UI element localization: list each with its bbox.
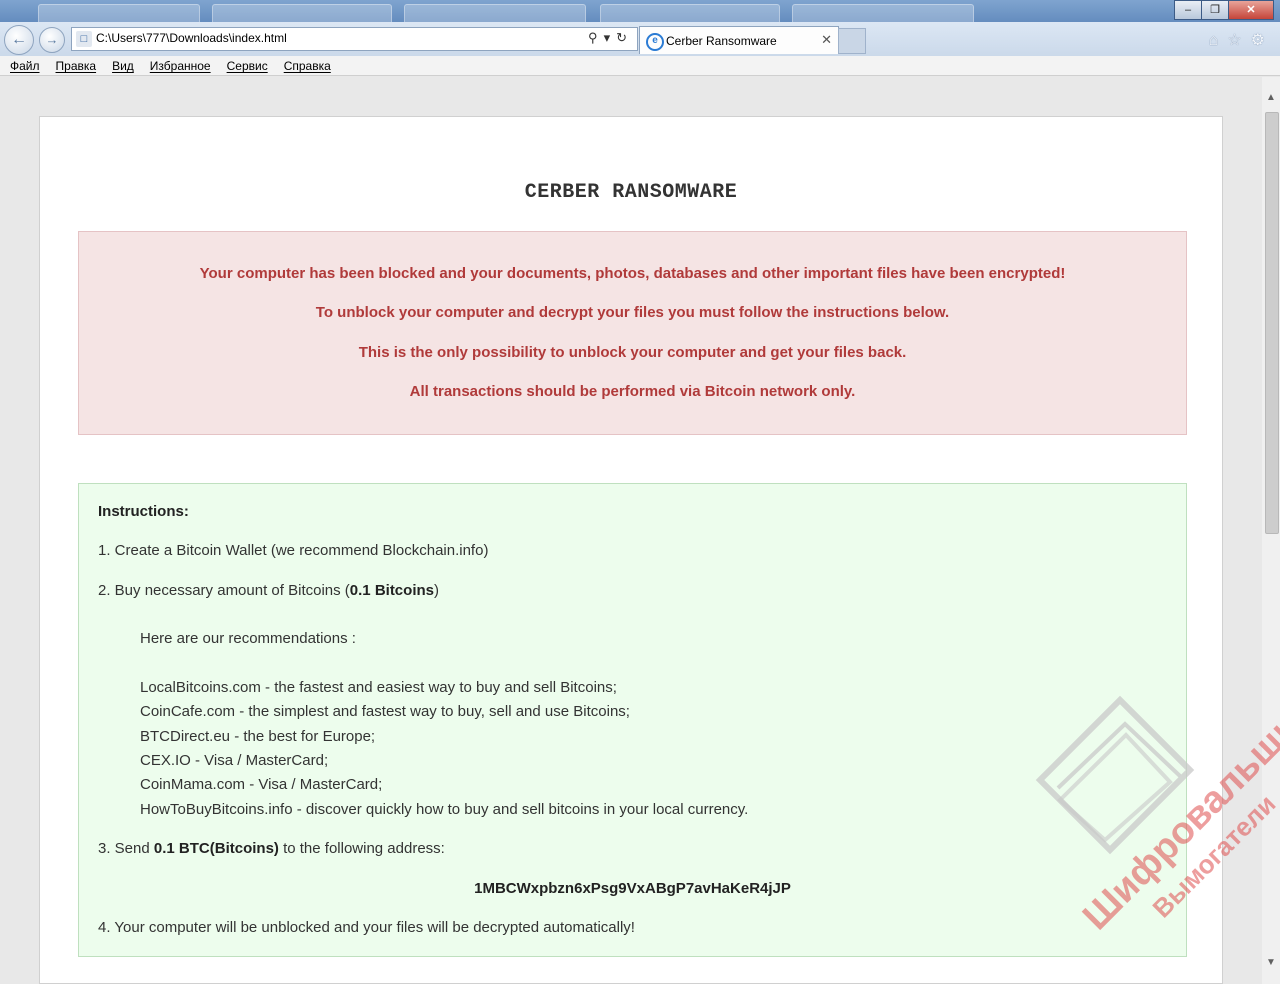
forward-button[interactable]: → (39, 27, 65, 53)
arrow-right-icon: → (45, 32, 59, 47)
scroll-thumb[interactable] (1265, 112, 1279, 534)
recommendation-item: CEX.IO - Visa / MasterCard; (140, 752, 329, 769)
warning-box: Your computer has been blocked and your … (78, 231, 1187, 435)
scroll-down-arrow-icon[interactable]: ▼ (1262, 954, 1280, 972)
menu-help[interactable]: Справка (284, 56, 331, 75)
menu-favorites[interactable]: Избранное (150, 56, 211, 75)
ie-icon: e (646, 33, 664, 51)
menu-view[interactable]: Вид (112, 56, 134, 75)
minimize-button[interactable]: – (1174, 0, 1202, 20)
warning-line: Your computer has been blocked and your … (199, 265, 1066, 282)
recommendation-item: LocalBitcoins.com - the fastest and easi… (140, 679, 617, 696)
search-icon[interactable]: ⚲ (588, 30, 604, 45)
recommendation-item: HowToBuyBitcoins.info - discover quickly… (140, 801, 749, 818)
instruction-step-3: 3. Send 0.1 BTC(Bitcoins) to the followi… (98, 840, 445, 857)
recommendation-item: BTCDirect.eu - the best for Europe; (140, 728, 376, 745)
warning-line: This is the only possibility to unblock … (358, 344, 907, 361)
refresh-icon[interactable]: ↻ (616, 30, 633, 45)
ransom-note-card: CERBER RANSOMWARE Your computer has been… (39, 116, 1223, 984)
page-icon: □ (76, 31, 92, 47)
instructions-box: Instructions: 1. Create a Bitcoin Wallet… (78, 483, 1187, 957)
warning-line: All transactions should be performed via… (409, 383, 856, 400)
tab-cerber-ransomware[interactable]: e Cerber Ransomware ✕ (639, 26, 839, 54)
menu-tools[interactable]: Сервис (227, 56, 268, 75)
instructions-heading: Instructions: (98, 503, 189, 520)
star-icon[interactable]: ☆ (1227, 32, 1250, 49)
menu-file[interactable]: Файл (10, 56, 40, 75)
arrow-left-icon: ← (11, 31, 27, 48)
recommendation-item: CoinCafe.com - the simplest and fastest … (140, 703, 630, 720)
vertical-scrollbar[interactable]: ▲ ▼ (1262, 77, 1280, 984)
menu-edit[interactable]: Правка (56, 56, 97, 75)
new-tab-button[interactable] (838, 28, 866, 54)
gear-icon[interactable]: ⚙ (1251, 32, 1274, 49)
step-3-text: 3. Send (98, 840, 154, 857)
address-bar[interactable]: □ C:\Users\777\Downloads\index.html ⚲▾↻ (71, 27, 638, 51)
step-3-text-end: to the following address: (278, 840, 445, 857)
warning-line: To unblock your computer and decrypt you… (315, 304, 950, 321)
bitcoin-address[interactable]: 1MBCWxpbzn6xPsg9VxABgP7avHaKeR4jJP (79, 880, 1186, 897)
step-3-amount: 0.1 BTC(Bitcoins) (153, 840, 279, 857)
back-button[interactable]: ← (4, 25, 34, 55)
close-window-button[interactable]: ✕ (1228, 0, 1274, 20)
page-title: CERBER RANSOMWARE (524, 181, 738, 204)
close-tab-icon[interactable]: ✕ (821, 32, 832, 48)
step-2-amount: 0.1 Bitcoins (349, 582, 434, 599)
step-2-text-end: ) (434, 582, 439, 599)
address-url[interactable]: C:\Users\777\Downloads\index.html (96, 31, 287, 45)
recommendation-item: CoinMama.com - Visa / MasterCard; (140, 776, 383, 793)
navigation-bar: ← → □ C:\Users\777\Downloads\index.html … (0, 22, 1280, 56)
home-icon[interactable]: ⌂ (1209, 32, 1228, 49)
maximize-button[interactable]: ❐ (1201, 0, 1229, 20)
tab-title: Cerber Ransomware (666, 34, 777, 48)
step-2-text: 2. Buy necessary amount of Bitcoins ( (98, 582, 350, 599)
chevron-down-icon[interactable]: ▾ (604, 30, 617, 45)
menu-bar: Файл Правка Вид Избранное Сервис Справка (0, 56, 1280, 76)
scroll-up-arrow-icon[interactable]: ▲ (1262, 89, 1280, 107)
instruction-step-4: 4. Your computer will be unblocked and y… (98, 919, 635, 936)
instruction-step-1: 1. Create a Bitcoin Wallet (we recommend… (98, 542, 489, 559)
instruction-step-2: 2. Buy necessary amount of Bitcoins (0.1… (98, 582, 439, 599)
recommendations-intro: Here are our recommendations : (140, 630, 356, 647)
